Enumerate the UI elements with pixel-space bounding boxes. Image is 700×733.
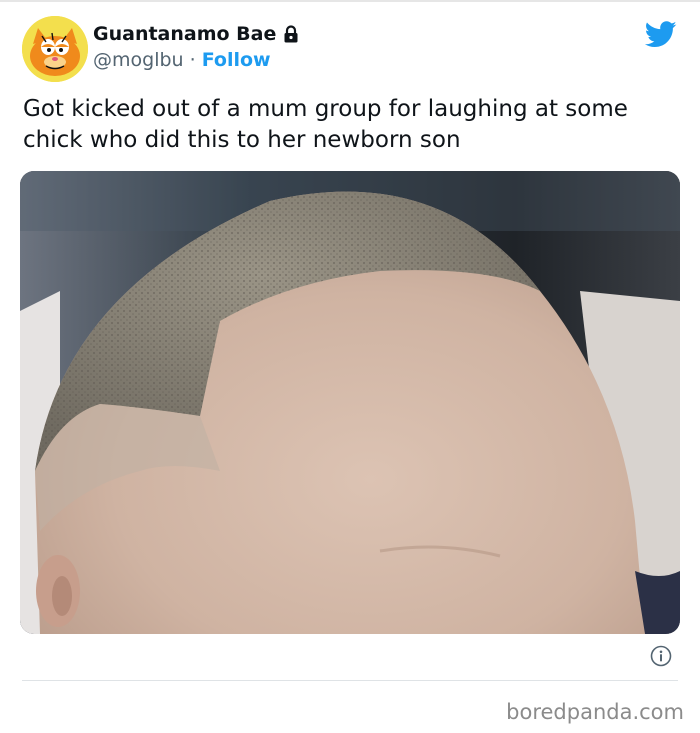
lock-icon xyxy=(284,25,298,43)
author-block: Guantanamo Bae @moglbu · Follow xyxy=(93,22,299,72)
twitter-bird-icon[interactable] xyxy=(645,21,677,48)
garfield-avatar-art xyxy=(22,16,88,82)
handle-row: @moglbu · Follow xyxy=(93,48,299,72)
info-icon[interactable] xyxy=(650,645,672,667)
tweet-photo[interactable] xyxy=(20,171,680,634)
watermark: boredpanda.com xyxy=(506,700,684,724)
divider xyxy=(22,680,678,681)
top-border xyxy=(0,0,700,2)
handle[interactable]: @moglbu xyxy=(93,49,184,71)
tweet-text: Got kicked out of a mum group for laughi… xyxy=(23,96,628,153)
display-name[interactable]: Guantanamo Bae xyxy=(93,22,276,46)
follow-button[interactable]: Follow xyxy=(202,49,271,71)
baby-head-photo xyxy=(20,171,680,634)
display-name-row: Guantanamo Bae xyxy=(93,22,299,46)
separator-dot: · xyxy=(189,49,196,71)
avatar[interactable] xyxy=(22,16,88,82)
